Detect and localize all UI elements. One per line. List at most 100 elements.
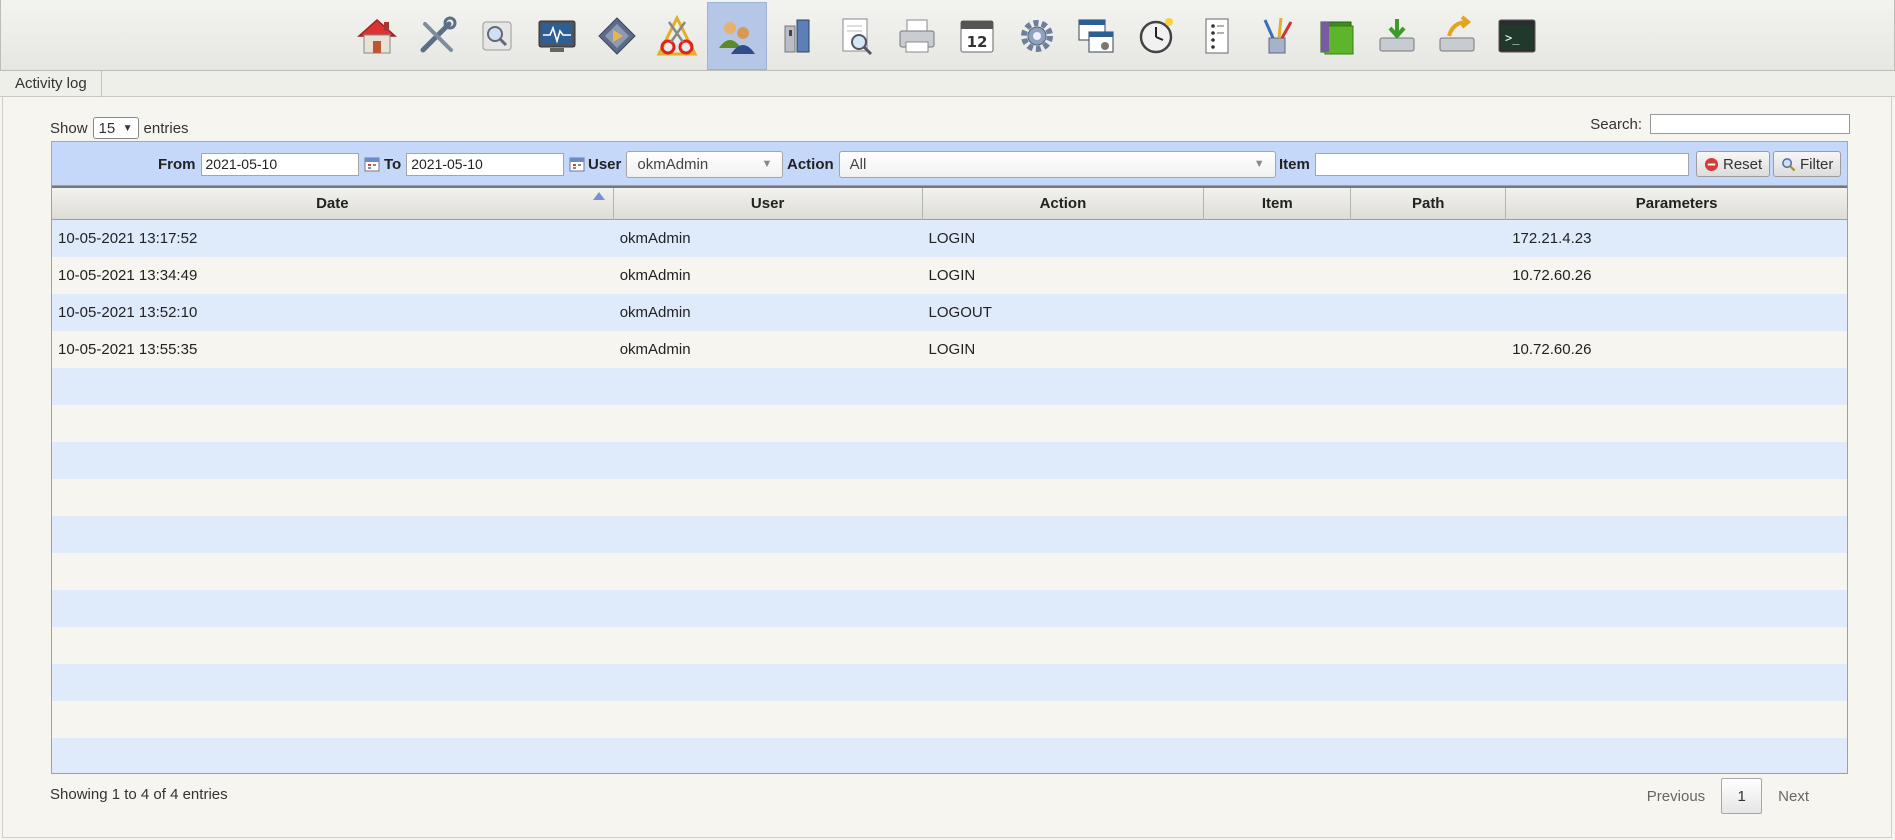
export-icon[interactable] — [1427, 2, 1487, 70]
cell-path — [1351, 220, 1506, 257]
search-control: Search: — [1590, 114, 1850, 134]
sort-ascending-icon — [592, 192, 605, 200]
empty-row — [52, 479, 1847, 516]
cell-date: 10-05-2021 13:52:10 — [58, 304, 198, 321]
item-label: Item — [1279, 155, 1310, 173]
empty-row — [52, 405, 1847, 442]
breadcrumb-activity-log[interactable]: Activity log — [0, 71, 102, 97]
column-header-action[interactable]: Action — [923, 188, 1205, 220]
previous-button[interactable]: Previous — [1631, 788, 1721, 805]
show-label: Show — [50, 119, 88, 137]
column-header-item[interactable]: Item — [1204, 188, 1352, 220]
cell-user: okmAdmin — [619, 230, 691, 247]
reset-button-label: Reset — [1723, 155, 1763, 173]
cell-parameters: 10.72.60.26 — [1512, 341, 1592, 358]
cell-action: LOGIN — [928, 230, 976, 247]
to-label: To — [384, 155, 402, 173]
cell-action: LOGIN — [928, 341, 976, 358]
archive-icon[interactable] — [767, 2, 827, 70]
from-date-input[interactable] — [200, 152, 359, 176]
action-select-value: All — [849, 155, 867, 173]
user-label: User — [588, 155, 622, 173]
from-label: From — [158, 155, 196, 173]
chevron-down-icon: ▼ — [1253, 158, 1265, 170]
empty-row — [52, 442, 1847, 479]
empty-row — [52, 701, 1847, 738]
empty-row — [52, 627, 1847, 664]
pens-icon[interactable] — [1247, 2, 1307, 70]
tools-icon[interactable] — [407, 2, 467, 70]
column-header-path[interactable]: Path — [1351, 188, 1507, 220]
chevron-down-icon: ▼ — [761, 158, 773, 170]
list-icon[interactable] — [1187, 2, 1247, 70]
chevron-down-icon: ▼ — [122, 122, 133, 134]
windows-icon[interactable] — [1067, 2, 1127, 70]
svg-text:>_: >_ — [1505, 31, 1520, 45]
scissors-ruler-icon[interactable] — [647, 2, 707, 70]
cell-action: LOGIN — [928, 267, 976, 284]
calendar-day: 12 — [967, 33, 988, 51]
table-row[interactable]: 10-05-2021 13:17:52 okmAdmin LOGIN 172.2… — [52, 220, 1847, 257]
gear-icon[interactable] — [1007, 2, 1067, 70]
reset-button[interactable]: Reset — [1696, 151, 1771, 177]
cell-path — [1351, 294, 1506, 331]
table-row[interactable]: 10-05-2021 13:34:49 okmAdmin LOGIN 10.72… — [52, 257, 1847, 294]
breadcrumb: Activity log — [0, 71, 1895, 97]
printer-icon[interactable] — [887, 2, 947, 70]
home-icon[interactable] — [347, 2, 407, 70]
folder-icon[interactable] — [1307, 2, 1367, 70]
page-button-1[interactable]: 1 — [1721, 778, 1763, 814]
from-calendar-icon[interactable] — [364, 156, 380, 172]
clock-icon[interactable] — [1127, 2, 1187, 70]
terminal-icon[interactable]: >_ — [1487, 2, 1547, 70]
empty-row — [52, 368, 1847, 405]
entries-select[interactable]: 15 ▼ — [92, 117, 139, 139]
cell-date: 10-05-2021 13:34:49 — [58, 267, 198, 284]
calendar-icon[interactable]: 12 — [947, 2, 1007, 70]
to-date-input[interactable] — [406, 152, 565, 176]
column-header-label: Date — [316, 195, 349, 212]
action-label: Action — [787, 155, 834, 173]
magnifier-icon — [1782, 157, 1796, 171]
item-input[interactable] — [1314, 152, 1689, 176]
cell-action: LOGOUT — [928, 304, 992, 321]
cell-parameters: 10.72.60.26 — [1512, 267, 1592, 284]
toolbar: 12 >_ — [0, 0, 1895, 71]
table-header: Date User Action Item Path Parameters — [52, 186, 1847, 220]
search-input[interactable] — [1650, 114, 1850, 134]
cell-date: 10-05-2021 13:55:35 — [58, 341, 198, 358]
cell-user: okmAdmin — [619, 267, 691, 284]
user-select[interactable]: okmAdmin ▼ — [626, 150, 784, 178]
cell-user: okmAdmin — [619, 341, 691, 358]
cell-user: okmAdmin — [619, 304, 691, 321]
activity-table: Date User Action Item Path Parameters 10… — [51, 185, 1848, 774]
column-header-user[interactable]: User — [614, 188, 923, 220]
length-control: Show 15 ▼ entries — [50, 117, 189, 139]
empty-row — [52, 590, 1847, 627]
to-calendar-icon[interactable] — [569, 156, 585, 172]
diamond-icon[interactable] — [587, 2, 647, 70]
entries-label: entries — [143, 119, 189, 137]
next-button[interactable]: Next — [1762, 788, 1825, 805]
users-icon[interactable] — [707, 2, 767, 70]
cell-item — [1204, 257, 1351, 294]
cell-item — [1204, 220, 1351, 257]
search-label: Search: — [1590, 115, 1642, 133]
empty-row — [52, 664, 1847, 701]
table-row[interactable]: 10-05-2021 13:55:35 okmAdmin LOGIN 10.72… — [52, 331, 1847, 368]
cell-parameters — [1506, 294, 1847, 331]
cell-parameters: 172.21.4.23 — [1512, 230, 1592, 247]
empty-row — [52, 553, 1847, 590]
action-select[interactable]: All ▼ — [838, 150, 1276, 178]
search-icon[interactable] — [467, 2, 527, 70]
column-header-parameters[interactable]: Parameters — [1506, 188, 1847, 220]
monitor-icon[interactable] — [527, 2, 587, 70]
column-header-date[interactable]: Date — [52, 188, 614, 220]
filter-button[interactable]: Filter — [1773, 151, 1842, 177]
reset-icon — [1704, 157, 1719, 171]
user-select-value: okmAdmin — [637, 155, 709, 173]
import-icon[interactable] — [1367, 2, 1427, 70]
table-row[interactable]: 10-05-2021 13:52:10 okmAdmin LOGOUT — [52, 294, 1847, 331]
magnifier-document-icon[interactable] — [827, 2, 887, 70]
cell-path — [1351, 331, 1506, 368]
